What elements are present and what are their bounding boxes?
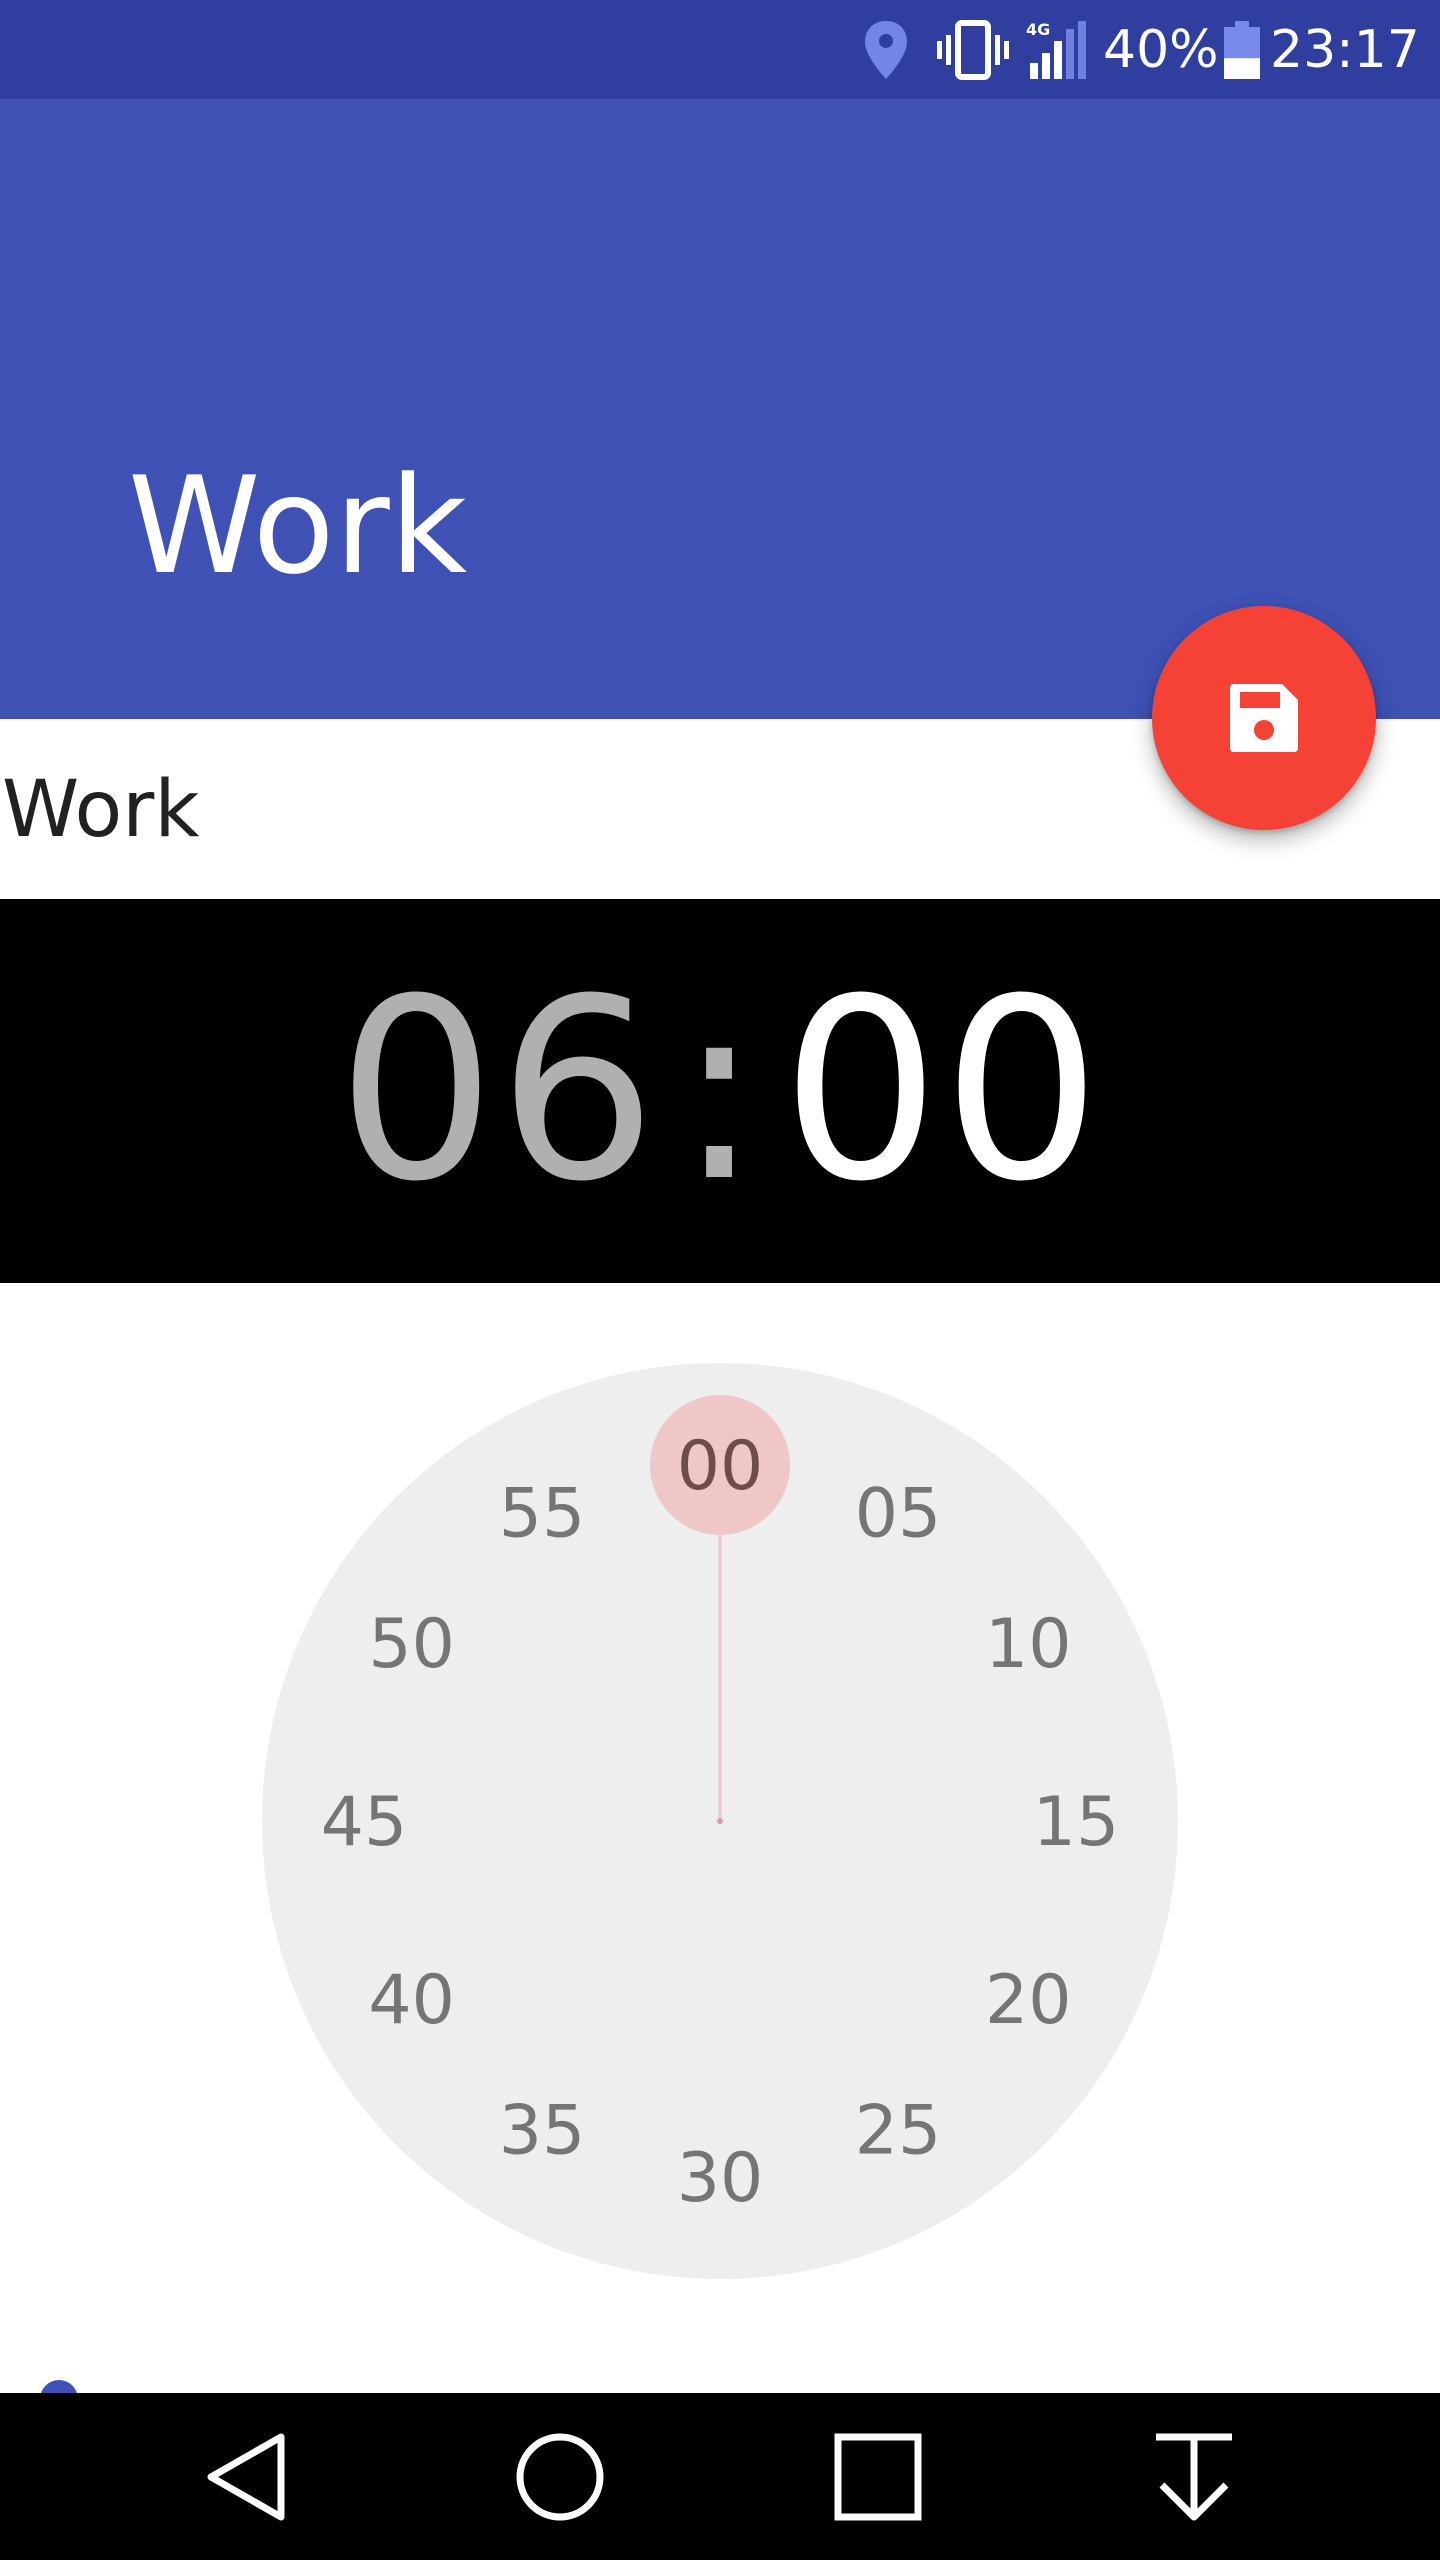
dial-label-25[interactable]: 25 xyxy=(855,2091,942,2170)
dial-label-45[interactable]: 45 xyxy=(321,1783,408,1862)
minute-dial-area: 00 05 10 15 20 25 30 35 40 45 50 55 xyxy=(0,1283,1440,2393)
save-icon xyxy=(1230,684,1298,752)
time-display: 06 : 00 xyxy=(0,899,1440,1283)
minutes-value[interactable]: 00 xyxy=(781,966,1103,1216)
home-icon xyxy=(516,2433,604,2520)
vibrate-icon xyxy=(936,0,1010,99)
dial-label-50[interactable]: 50 xyxy=(368,1605,455,1684)
name-field-value: Work xyxy=(2,765,200,855)
navigation-bar xyxy=(0,2393,1440,2560)
battery-percent: 40% xyxy=(1103,19,1219,80)
dial-label-40[interactable]: 40 xyxy=(368,1961,455,2040)
dial-label-05[interactable]: 05 xyxy=(855,1475,942,1554)
network-type-label: 4G xyxy=(1026,20,1050,39)
hours-value[interactable]: 06 xyxy=(337,966,659,1216)
location-icon xyxy=(862,0,910,99)
dial-label-00[interactable]: 00 xyxy=(677,1427,764,1506)
dial-label-55[interactable]: 55 xyxy=(499,1475,586,1554)
download-icon xyxy=(1156,2433,1232,2520)
save-button[interactable] xyxy=(1152,606,1376,830)
status-bar: 4G 40% 23:17 xyxy=(0,0,1440,99)
dial-label-10[interactable]: 10 xyxy=(985,1605,1072,1684)
signal-4g-icon: 4G xyxy=(1024,0,1088,99)
dial-label-15[interactable]: 15 xyxy=(1033,1783,1120,1862)
recents-button[interactable] xyxy=(778,2393,978,2560)
home-button[interactable] xyxy=(460,2393,660,2560)
dial-label-30[interactable]: 30 xyxy=(677,2139,764,2218)
dial-label-35[interactable]: 35 xyxy=(499,2091,586,2170)
dial-center xyxy=(717,1818,723,1824)
page-title: Work xyxy=(128,448,468,604)
back-icon xyxy=(207,2433,285,2520)
download-button[interactable] xyxy=(1094,2393,1294,2560)
dial-label-20[interactable]: 20 xyxy=(985,1961,1072,2040)
time-separator: : xyxy=(676,945,764,1236)
screen: 4G 40% 23:17 Work Work 06: 00 00 05 10 … xyxy=(0,0,1440,2560)
minute-dial[interactable]: 00 05 10 15 20 25 30 35 40 45 50 55 xyxy=(0,1283,1440,2393)
battery-icon xyxy=(1222,0,1262,99)
back-button[interactable] xyxy=(146,2393,346,2560)
recents-icon xyxy=(834,2433,922,2520)
status-time: 23:17 xyxy=(1270,19,1420,80)
